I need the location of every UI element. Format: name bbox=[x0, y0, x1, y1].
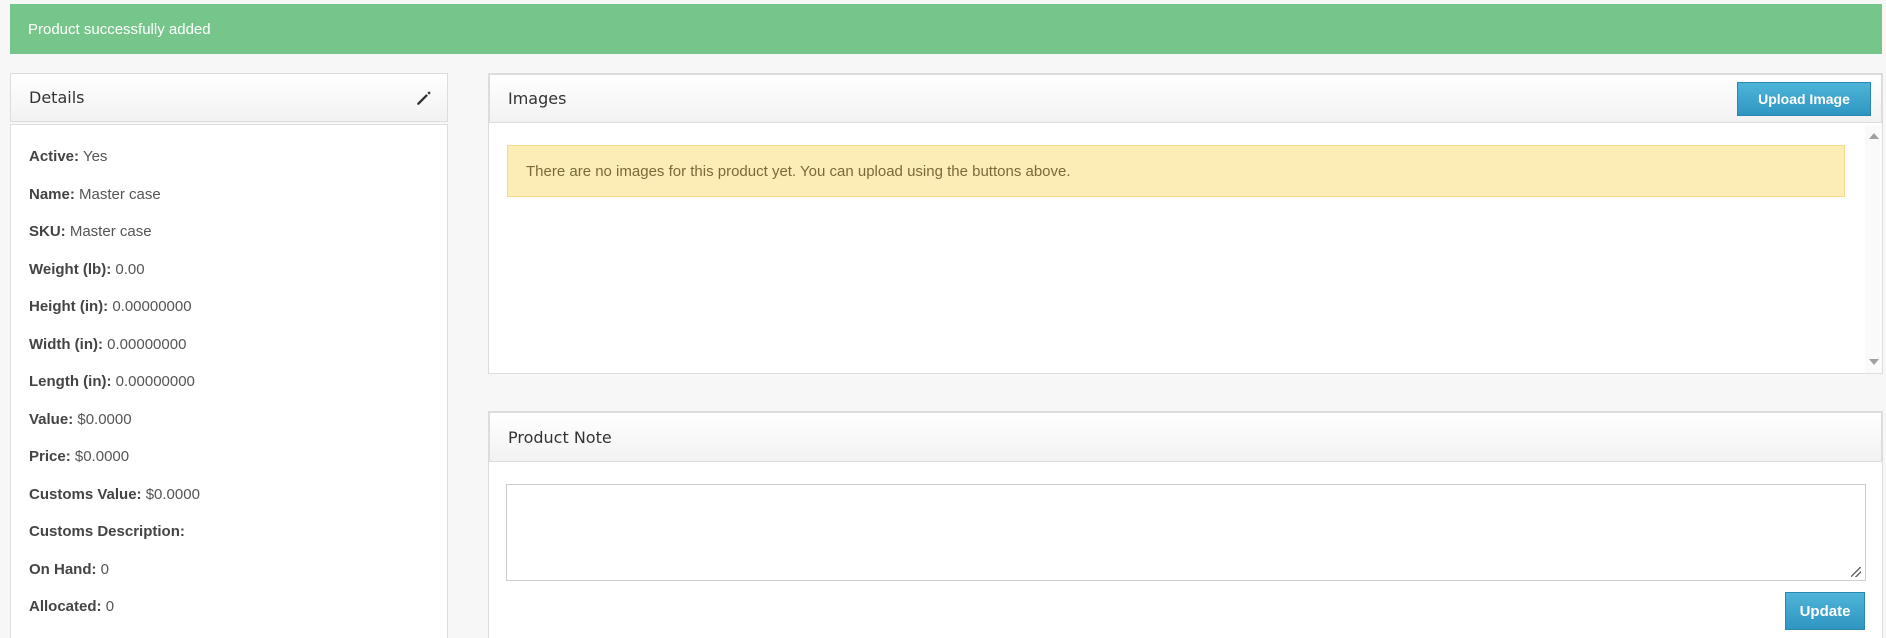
detail-row-sku: SKU: Master case bbox=[29, 223, 152, 240]
success-alert-text: Product successfully added bbox=[28, 20, 211, 38]
details-title: Details bbox=[29, 88, 85, 107]
product-note-body: Update bbox=[489, 464, 1882, 638]
upload-image-button[interactable]: Upload Image bbox=[1737, 82, 1871, 116]
detail-row-customs-value: Customs Value: $0.0000 bbox=[29, 486, 200, 503]
update-button[interactable]: Update bbox=[1785, 592, 1865, 630]
detail-row-active: Active: Yes bbox=[29, 148, 108, 165]
detail-row-allocated: Allocated: 0 bbox=[29, 598, 115, 615]
detail-row-height: Height (in): 0.00000000 bbox=[29, 298, 192, 315]
details-body: Active: Yes Name: Master case SKU: Maste… bbox=[10, 124, 448, 638]
resize-grip-icon[interactable] bbox=[1851, 567, 1861, 577]
details-header: Details bbox=[10, 73, 448, 122]
images-panel: Images Upload Image There are no images … bbox=[488, 73, 1883, 374]
success-alert: Product successfully added bbox=[10, 4, 1882, 54]
product-note-panel: Product Note Update bbox=[488, 411, 1883, 638]
images-header: Images Upload Image bbox=[489, 74, 1882, 123]
scroll-up-arrow-icon[interactable] bbox=[1869, 133, 1879, 139]
no-images-alert: There are no images for this product yet… bbox=[507, 145, 1845, 197]
detail-row-on-hand: On Hand: 0 bbox=[29, 561, 110, 578]
scroll-down-arrow-icon[interactable] bbox=[1869, 359, 1879, 365]
detail-row-price: Price: $0.0000 bbox=[29, 448, 130, 465]
detail-row-weight: Weight (lb): 0.00 bbox=[29, 261, 145, 278]
detail-row-length: Length (in): 0.00000000 bbox=[29, 373, 195, 390]
detail-row-name: Name: Master case bbox=[29, 186, 161, 203]
detail-row-customs-description: Customs Description: bbox=[29, 523, 185, 540]
pencil-icon[interactable] bbox=[415, 89, 433, 107]
detail-row-width: Width (in): 0.00000000 bbox=[29, 336, 187, 353]
product-note-textarea[interactable] bbox=[506, 484, 1866, 581]
product-note-header: Product Note bbox=[489, 412, 1882, 462]
images-body: There are no images for this product yet… bbox=[489, 125, 1882, 373]
detail-row-value: Value: $0.0000 bbox=[29, 411, 132, 428]
images-title: Images bbox=[508, 89, 567, 108]
no-images-message: There are no images for this product yet… bbox=[526, 162, 1071, 180]
images-scrollbar[interactable] bbox=[1865, 125, 1882, 373]
product-note-title: Product Note bbox=[508, 427, 612, 447]
